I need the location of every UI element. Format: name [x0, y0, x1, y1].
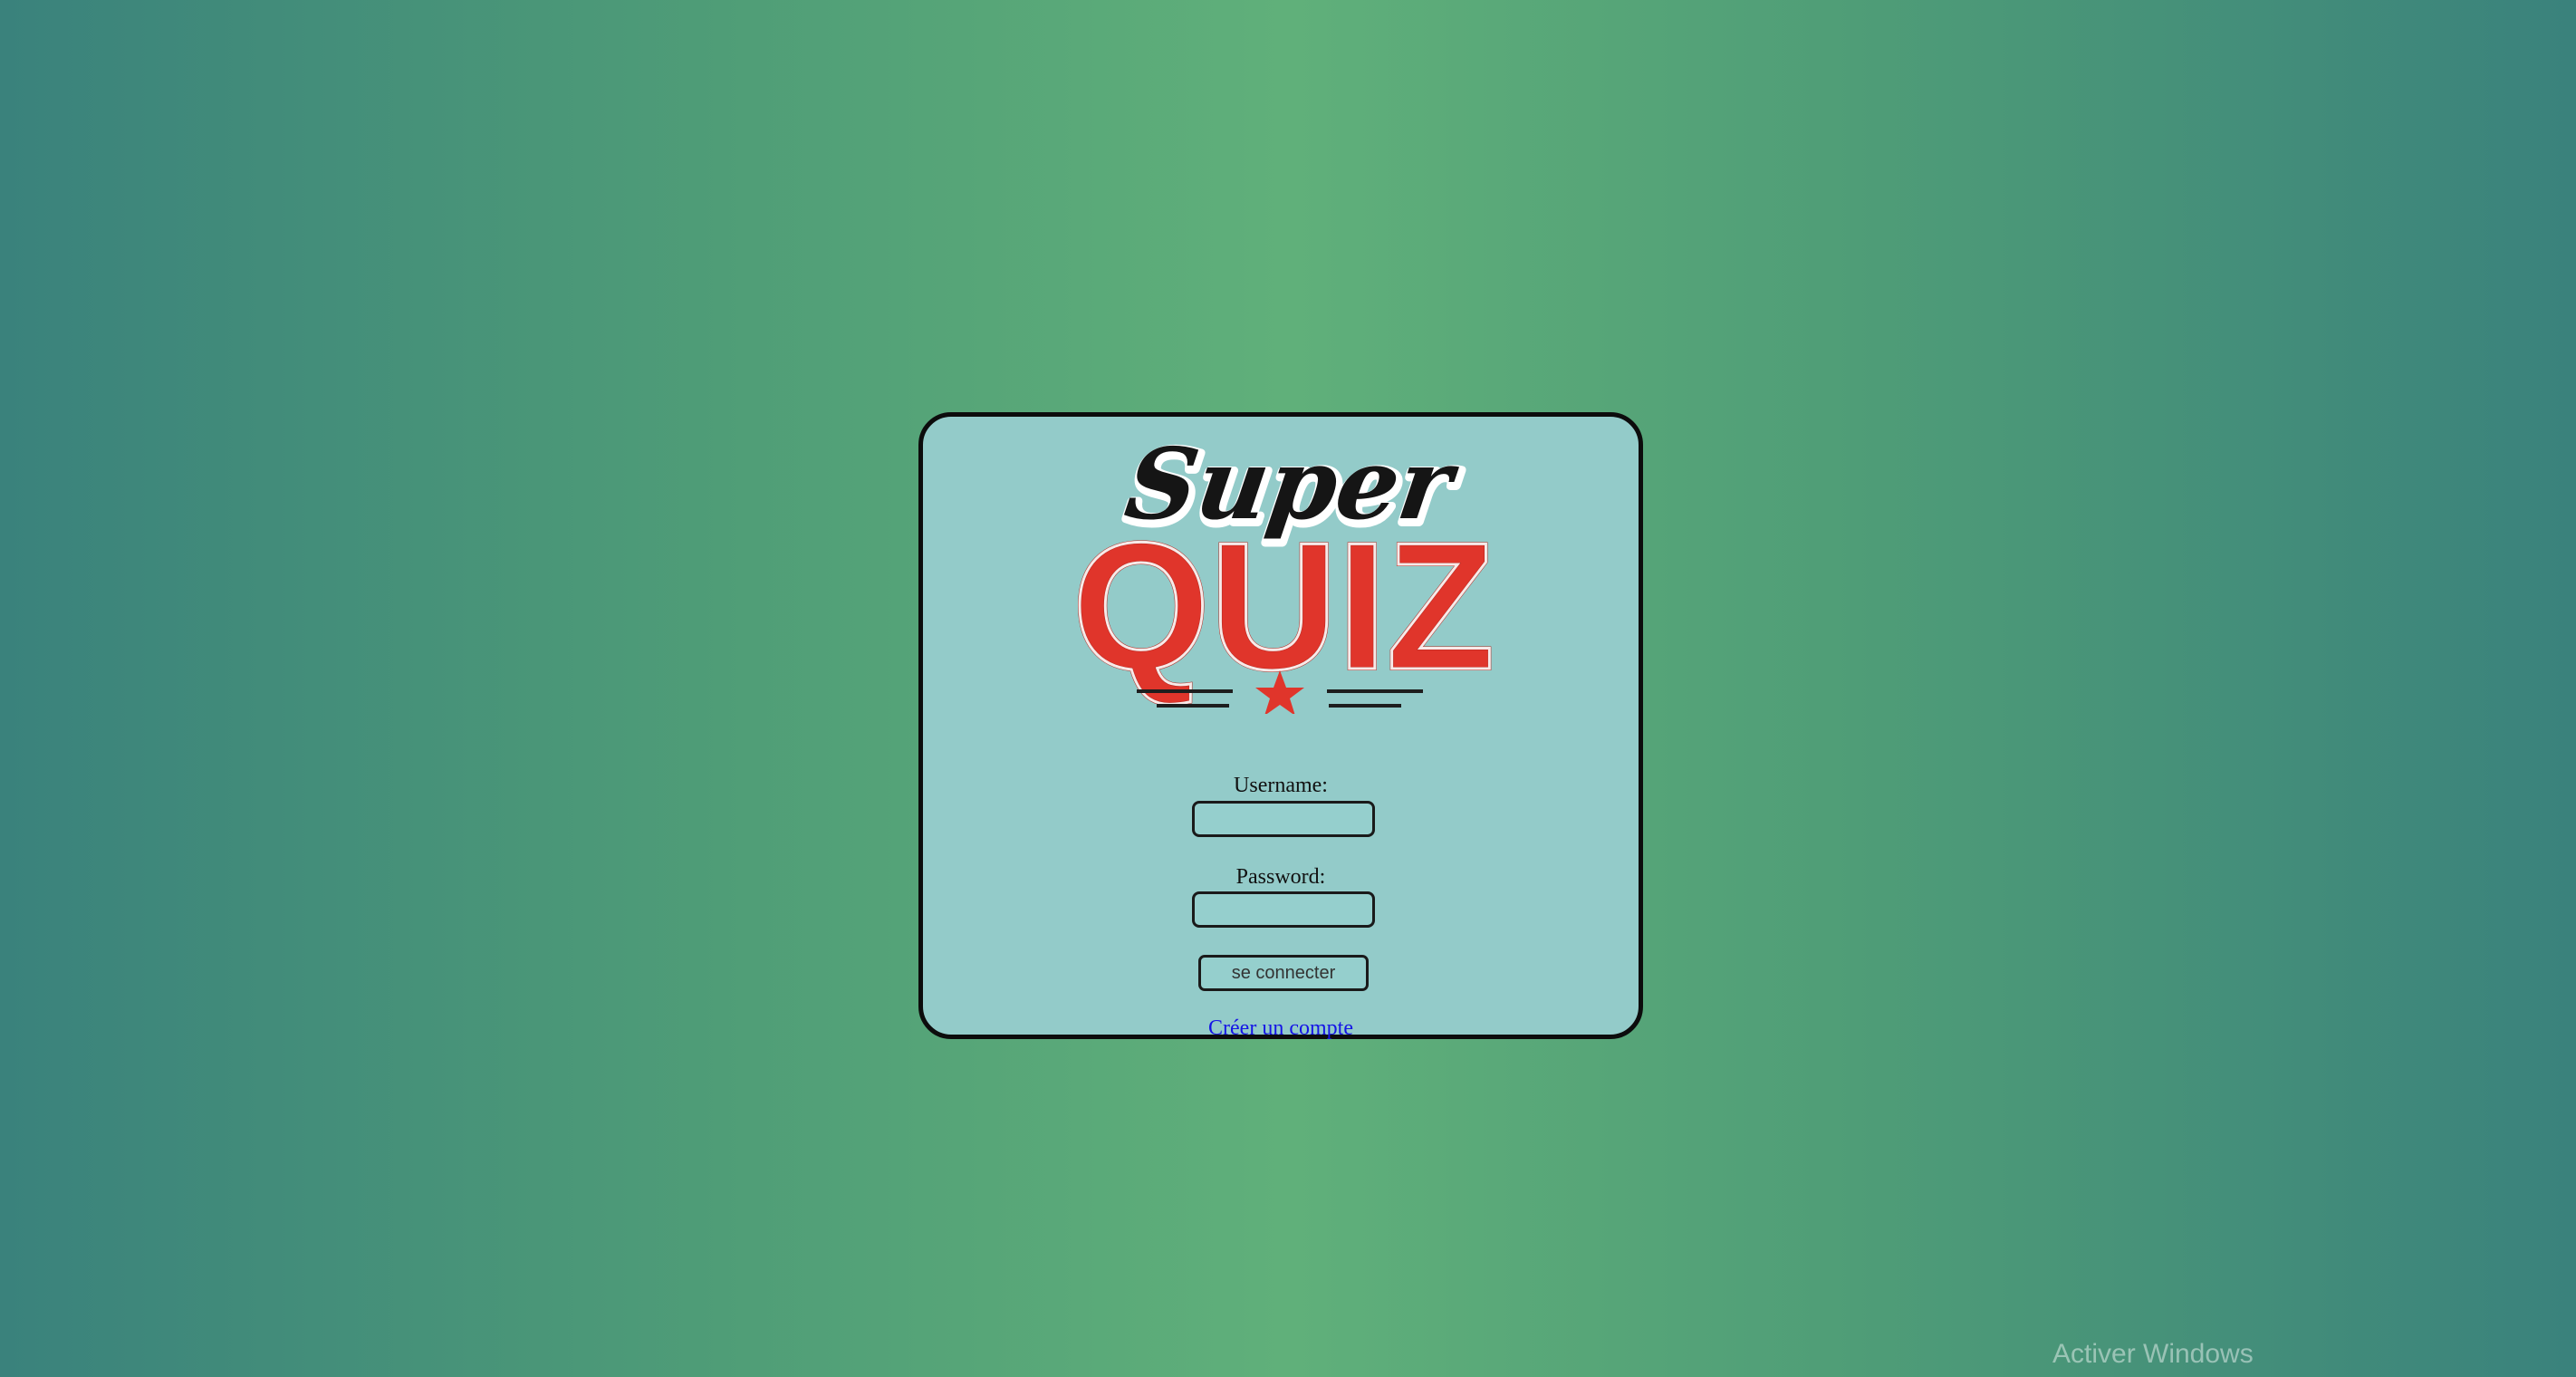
- password-input[interactable]: [1192, 891, 1375, 928]
- login-card: Super Super QUIZ QUIZ Username: Password…: [918, 412, 1643, 1041]
- create-account-link[interactable]: Créer un compte: [923, 1016, 1639, 1041]
- logo-quiz-inline-text: QUIZ: [1072, 506, 1495, 708]
- activate-windows-watermark: Activer Windows: [2052, 1339, 2254, 1369]
- password-label: Password:: [1235, 865, 1326, 889]
- username-input[interactable]: [1192, 801, 1375, 837]
- username-label: Username:: [1234, 774, 1328, 797]
- super-quiz-logo: Super Super QUIZ QUIZ: [1071, 433, 1496, 714]
- login-button[interactable]: se connecter: [1198, 955, 1369, 991]
